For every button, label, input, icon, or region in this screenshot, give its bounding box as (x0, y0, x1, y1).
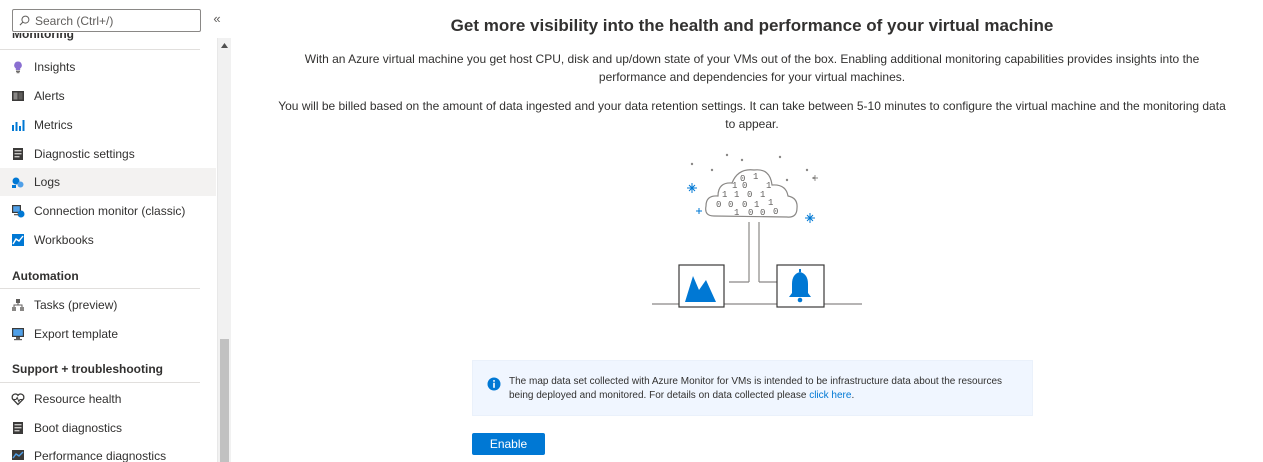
export-template-icon (11, 327, 25, 341)
info-text: The map data set collected with Azure Mo… (509, 376, 1003, 401)
resource-health-icon (11, 392, 25, 406)
svg-text:1: 1 (766, 181, 771, 191)
svg-text:0: 0 (748, 208, 753, 218)
sidebar-item-performance-diagnostics[interactable]: Performance diagnostics (0, 442, 216, 462)
page-title: Get more visibility into the health and … (450, 16, 1054, 35)
scroll-up-arrow-icon[interactable] (218, 38, 231, 52)
svg-text:0: 0 (740, 174, 745, 184)
sidebar-item-boot-diagnostics[interactable]: Boot diagnostics (0, 414, 216, 442)
cloud-monitoring-illustration: 10 1101 00011 1000 0 11 (652, 153, 862, 308)
search-box[interactable] (12, 9, 201, 32)
tasks-icon (11, 298, 25, 312)
search-input[interactable] (35, 13, 195, 28)
sidebar-item-label: Workbooks (34, 233, 94, 247)
boot-diagnostics-icon (11, 421, 25, 435)
section-header-automation: Automation (12, 269, 79, 283)
diagnostic-settings-icon (11, 147, 25, 161)
info-icon (487, 377, 501, 391)
svg-text:1: 1 (734, 208, 739, 218)
svg-text:0: 0 (773, 207, 778, 217)
svg-text:1: 1 (753, 172, 758, 182)
sidebar-scrollbar[interactable] (217, 38, 231, 462)
billing-paragraph: You will be billed based on the amount o… (278, 99, 1226, 131)
svg-text:0: 0 (760, 208, 765, 218)
divider (0, 288, 200, 289)
sidebar-item-resource-health[interactable]: Resource health (0, 385, 216, 413)
sidebar-item-logs[interactable]: Logs (0, 168, 216, 196)
sidebar-item-tasks[interactable]: Tasks (preview) (0, 291, 216, 319)
sidebar-item-export-template[interactable]: Export template (0, 320, 216, 348)
svg-text:0: 0 (742, 200, 747, 210)
sidebar-item-label: Logs (34, 175, 61, 189)
logs-icon (11, 175, 25, 189)
svg-text:1: 1 (734, 190, 739, 200)
connection-monitor-icon (11, 204, 25, 218)
main-content: Get more visibility into the health and … (232, 0, 1263, 462)
sidebar-item-label: Export template (34, 327, 119, 341)
sidebar-item-label: Insights (34, 60, 76, 74)
sidebar-item-alerts[interactable]: Alerts (0, 82, 216, 110)
sidebar-item-label: Diagnostic settings (34, 147, 135, 161)
svg-text:1: 1 (722, 190, 727, 200)
performance-diagnostics-icon (11, 449, 25, 462)
divider (0, 382, 200, 383)
sidebar: « Monitoring Insights Alerts Metrics (0, 0, 232, 462)
info-banner: The map data set collected with Azure Mo… (472, 360, 1033, 416)
sidebar-item-label: Metrics (34, 118, 73, 132)
svg-text:1: 1 (754, 200, 759, 210)
svg-text:1: 1 (760, 190, 765, 200)
insights-icon (11, 60, 25, 74)
search-icon (19, 15, 30, 26)
sidebar-item-metrics[interactable]: Metrics (0, 111, 216, 139)
divider (0, 49, 200, 50)
section-header-support: Support + troubleshooting (12, 362, 163, 376)
scrollbar-thumb[interactable] (220, 339, 229, 462)
svg-text:0: 0 (716, 200, 721, 210)
svg-text:0: 0 (728, 200, 733, 210)
sidebar-item-diagnostic-settings[interactable]: Diagnostic settings (0, 140, 216, 168)
info-period: . (851, 390, 855, 401)
workbooks-icon (11, 233, 25, 247)
sidebar-item-label: Tasks (preview) (34, 298, 118, 312)
alerts-icon (11, 89, 25, 103)
section-header-monitoring: Monitoring (12, 33, 74, 41)
metrics-icon (11, 118, 25, 132)
sidebar-menu: Monitoring Insights Alerts Metrics Diagn… (0, 33, 216, 462)
sidebar-item-label: Performance diagnostics (34, 449, 167, 462)
sidebar-item-label: Resource health (34, 392, 122, 406)
sidebar-item-insights[interactable]: Insights (0, 53, 216, 81)
sidebar-item-workbooks[interactable]: Workbooks (0, 226, 216, 254)
sidebar-item-connection-monitor[interactable]: Connection monitor (classic) (0, 197, 216, 225)
svg-text:0: 0 (747, 190, 752, 200)
sidebar-item-label: Boot diagnostics (34, 421, 123, 435)
sidebar-item-label: Alerts (34, 89, 65, 103)
collapse-sidebar-button[interactable]: « (210, 11, 224, 26)
sidebar-item-label: Connection monitor (classic) (34, 204, 186, 218)
enable-button[interactable]: Enable (472, 433, 545, 455)
description-paragraph: With an Azure virtual machine you get ho… (304, 52, 1200, 84)
click-here-link[interactable]: click here (809, 390, 851, 401)
